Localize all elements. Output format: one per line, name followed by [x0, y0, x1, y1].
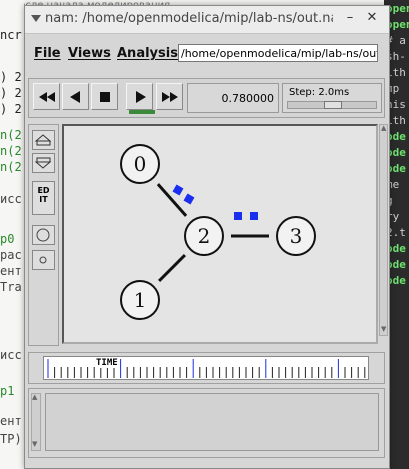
edit-button[interactable]: ED IT [32, 181, 55, 215]
window-menu-arrow-icon[interactable] [31, 15, 41, 22]
playback-toolbar: 0.780000 Step: 2.0ms [28, 78, 385, 118]
node-label: 0 [134, 152, 147, 176]
background-code-line: Tra [0, 280, 22, 294]
background-editor-window: ncr ) 2 ) 2 ) 2 n(2 n(2 n(2 исс p0 рас ент Tra исс p1… [0, 0, 24, 469]
network-canvas[interactable]: 0 1 2 3 [62, 124, 378, 344]
title-bar[interactable]: nam: /home/openmodelica/mip/lab-ns/out.n… [25, 6, 389, 34]
background-code-line: рас [0, 248, 22, 262]
canvas-vertical-scrollbar[interactable]: ▲ ▼ [379, 124, 388, 336]
play-backward-icon [70, 91, 80, 103]
zoom-in-icon [34, 134, 52, 146]
play-icon [136, 91, 146, 103]
node-label: 3 [290, 224, 303, 248]
menu-bar: File Views Analysis /home/openmodelica/m… [25, 40, 389, 68]
rewind-icon [39, 92, 55, 102]
circle-icon [36, 228, 50, 242]
stop-button[interactable] [91, 83, 118, 110]
step-label: Step: 2.0ms [289, 87, 350, 98]
step-slider-thumb[interactable] [324, 101, 342, 109]
background-code-line: ncr [0, 28, 22, 42]
node-1[interactable]: 1 [120, 280, 160, 320]
step-slider[interactable] [287, 101, 377, 109]
fast-forward-button[interactable] [156, 83, 183, 110]
monitor-area [45, 393, 379, 451]
play-button[interactable] [126, 83, 153, 110]
monitor-scroll-up-icon[interactable]: ▲ [32, 393, 37, 401]
node-2[interactable]: 2 [184, 216, 224, 256]
link-1-2 [158, 254, 186, 282]
packet [172, 184, 184, 196]
edit-tools-panel: ED IT [28, 124, 59, 346]
menu-file[interactable]: File [34, 46, 61, 61]
fast-forward-icon [162, 92, 178, 102]
packet [250, 212, 258, 220]
current-time-display: 0.780000 [187, 83, 279, 113]
background-code-line: исс [0, 192, 22, 206]
topology-graph: 0 1 2 3 [120, 144, 316, 320]
background-code-line: ) 2 [0, 86, 22, 100]
packet [234, 212, 242, 220]
edit-label-top: ED [37, 186, 50, 195]
background-code-line: ент [0, 414, 22, 428]
rewind-button[interactable] [33, 83, 60, 110]
monitor-scrollbar[interactable]: ▲ ▼ [31, 393, 41, 451]
nam-window: nam: /home/openmodelica/mip/lab-ns/out.n… [24, 5, 390, 469]
window-title: nam: /home/openmodelica/mip/lab-ns/out.n… [45, 11, 333, 26]
circle-tool-button[interactable] [32, 225, 55, 245]
small-circle-icon [39, 256, 47, 264]
background-code-line: ент [0, 264, 22, 278]
step-control: Step: 2.0ms [282, 83, 382, 113]
node-3[interactable]: 3 [276, 216, 316, 256]
timeline-ticks [47, 359, 366, 378]
background-code-line: n(2 [0, 128, 22, 142]
edit-label-bottom: IT [39, 195, 48, 204]
file-path-field[interactable]: /home/openmodelica/mip/lab-ns/out.nam [178, 44, 378, 62]
scroll-up-icon[interactable]: ▲ [381, 124, 386, 132]
monitor-panel: ▲ ▼ [28, 388, 385, 458]
zoom-out-icon [34, 157, 52, 169]
background-code-line: исс [0, 348, 22, 362]
monitor-scroll-down-icon[interactable]: ▼ [32, 440, 37, 448]
stop-icon [100, 92, 110, 102]
background-code-line: ) 2 [0, 102, 22, 116]
menu-analysis[interactable]: Analysis [117, 46, 178, 61]
scroll-down-icon[interactable]: ▼ [381, 325, 386, 333]
background-code-line: n(2 [0, 144, 22, 158]
background-code-line: n(2 [0, 160, 22, 174]
play-active-indicator [129, 110, 155, 114]
small-circle-tool-button[interactable] [32, 250, 55, 270]
timeline-panel: TIME [28, 352, 385, 384]
zoom-in-button[interactable] [32, 130, 55, 150]
packet [183, 193, 195, 205]
play-backward-button[interactable] [62, 83, 89, 110]
node-label: 2 [198, 224, 211, 248]
minimize-button[interactable]: – [341, 9, 359, 27]
menu-views[interactable]: Views [68, 46, 111, 61]
background-code-line: TP) [0, 432, 22, 446]
timeline-slider[interactable]: TIME [43, 356, 369, 380]
timeline-time-marker[interactable]: TIME [96, 358, 118, 368]
close-button[interactable]: ✕ [363, 9, 381, 27]
background-code-line: ) 2 [0, 70, 22, 84]
background-code-line: p1 [0, 384, 15, 398]
zoom-out-button[interactable] [32, 153, 55, 173]
background-code-line: p0 [0, 232, 15, 246]
node-0[interactable]: 0 [120, 144, 160, 184]
node-label: 1 [134, 288, 147, 312]
